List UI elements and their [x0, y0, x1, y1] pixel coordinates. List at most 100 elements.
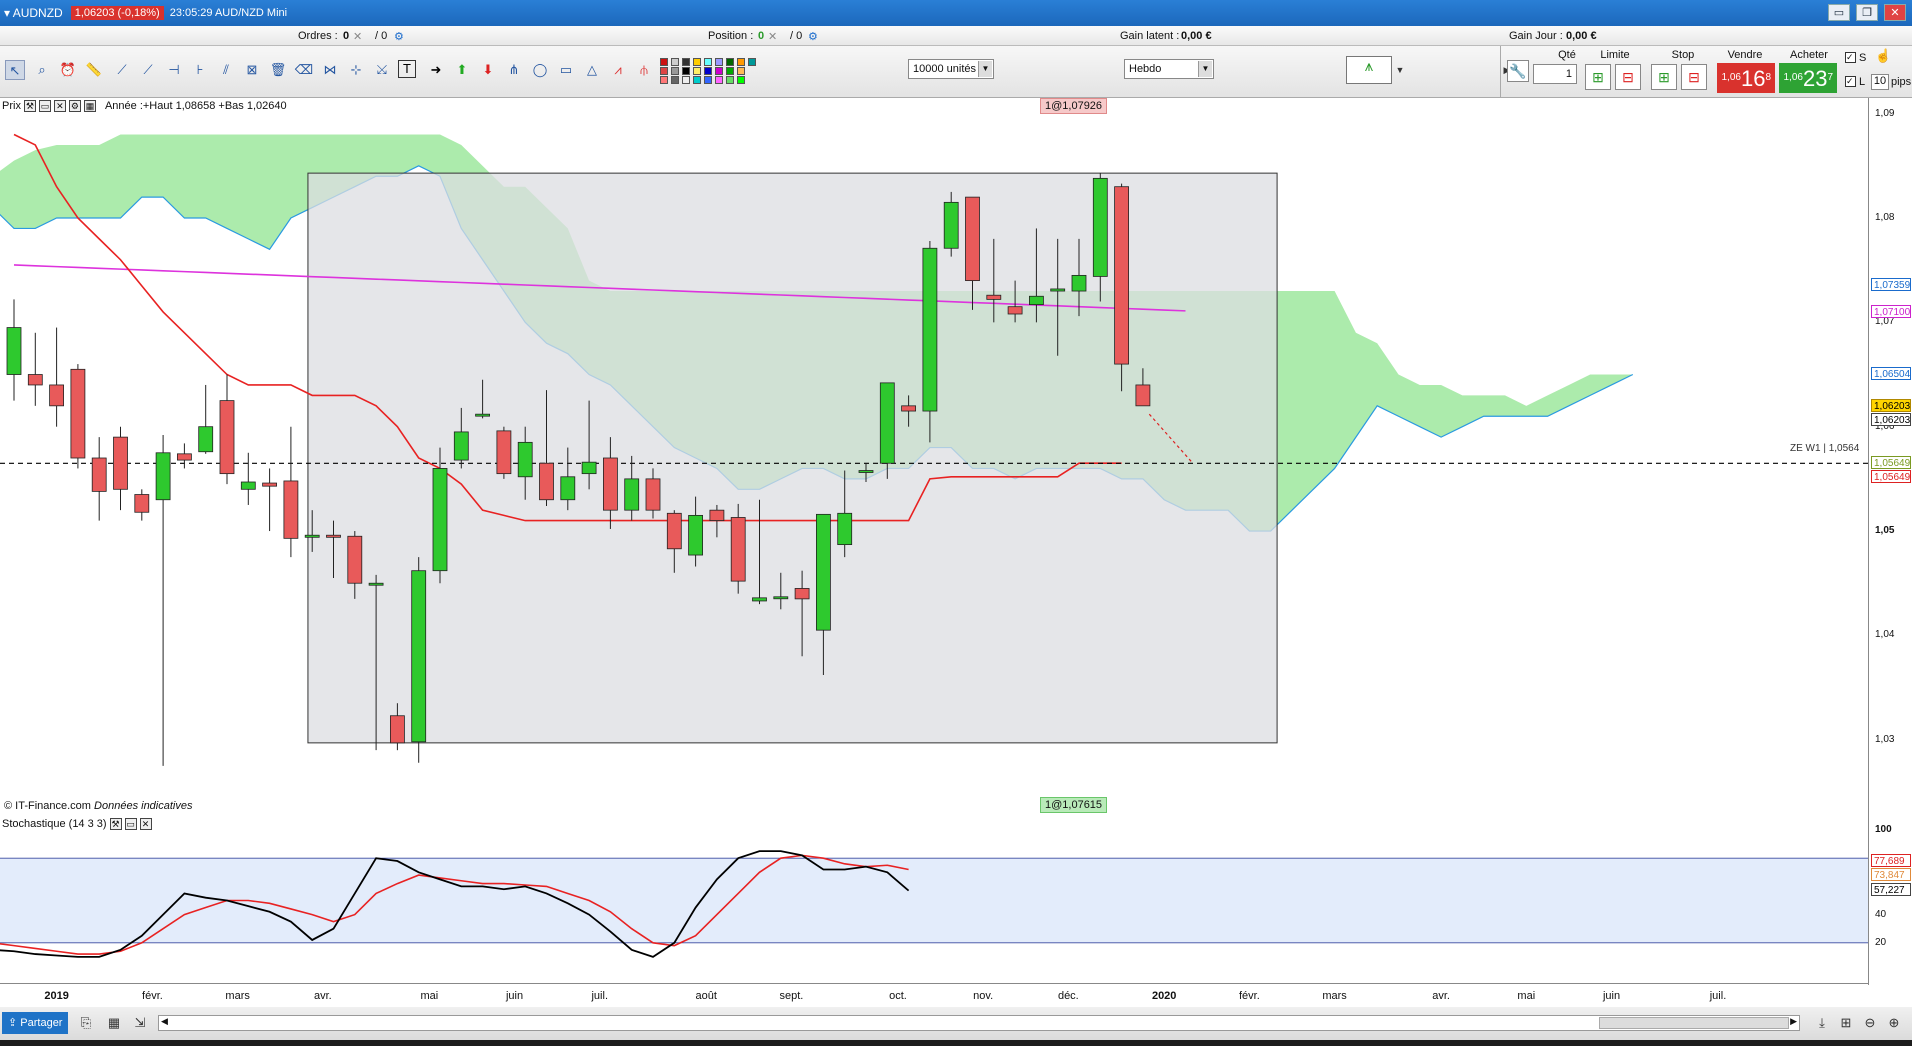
scroll-left-icon[interactable]: ◀ [161, 1016, 168, 1027]
color-swatch[interactable] [671, 67, 679, 75]
close-button[interactable]: ✕ [1884, 4, 1906, 21]
window-title: 23:05:29 AUD/NZD Mini [169, 7, 288, 19]
color-swatch[interactable] [726, 67, 734, 75]
arrow-up-icon[interactable]: ⬆ [452, 60, 472, 80]
color-swatch[interactable] [682, 58, 690, 66]
price-axis[interactable]: 1,091,081,071,061,051,041,031,073591,071… [1868, 98, 1912, 985]
color-swatch[interactable] [671, 76, 679, 84]
acheter-label: Acheter [1790, 49, 1828, 61]
color-swatch[interactable] [660, 76, 668, 84]
symbol-dropdown[interactable]: ▾ AUDNZD [4, 6, 63, 20]
pitchfork-icon[interactable]: ⋔ [504, 60, 524, 80]
buy-button[interactable]: 1,06237 [1779, 63, 1837, 93]
ray-icon[interactable]: ⟋ [138, 60, 158, 80]
close-icon[interactable]: ✕ [53, 100, 66, 112]
trendline-icon[interactable]: ⟋ [112, 60, 132, 80]
color-swatch[interactable] [693, 76, 701, 84]
cursor-icon[interactable]: ↖ [5, 60, 25, 80]
zoom-icon[interactable]: ⌕ [32, 60, 52, 80]
delete-icon[interactable]: 🗑 [268, 60, 288, 80]
stop-buy-button[interactable]: ⊞ [1651, 64, 1677, 90]
price-axis-tick: 1,04 [1875, 629, 1895, 641]
window-icon[interactable]: ▭ [124, 818, 137, 830]
zoom-box-icon[interactable]: ⊞ [1836, 1013, 1856, 1033]
share-button[interactable]: ⇪ Partager [2, 1012, 69, 1034]
color-swatch[interactable] [715, 67, 723, 75]
wrench-icon[interactable]: ⚒ [23, 100, 36, 112]
color-swatch[interactable] [682, 76, 690, 84]
rectangle-icon[interactable]: ▭ [556, 60, 576, 80]
color-swatch[interactable] [693, 58, 701, 66]
color-swatch[interactable] [671, 58, 679, 66]
fan-icon[interactable]: ⊹ [346, 60, 366, 80]
color-swatch[interactable] [660, 67, 668, 75]
qte-input[interactable]: 1 [1533, 64, 1577, 84]
color-swatch[interactable] [715, 58, 723, 66]
time-scrollbar[interactable]: ◀ ▶ [158, 1015, 1800, 1031]
calculator-icon[interactable]: ▦ [104, 1013, 124, 1033]
chart-type-button[interactable]: ⩚ [1346, 56, 1392, 84]
ruler-icon[interactable]: 📏 [84, 60, 104, 80]
wave-icon[interactable]: ⩘ [608, 60, 628, 80]
scroll-thumb[interactable] [1599, 1017, 1789, 1029]
channel-icon[interactable]: ⫽ [216, 60, 236, 80]
chart-type-chevron-icon[interactable]: ▼ [1390, 60, 1410, 80]
position-cancel-icon[interactable]: ✕ [768, 30, 777, 43]
cycle-icon[interactable]: ⫛ [634, 60, 654, 80]
gann-icon[interactable]: ⤩ [372, 60, 392, 80]
time-axis[interactable]: déc. 2019 févr. mars avr. mai juin juil. août sep… [0, 983, 1868, 1007]
ordres-settings-icon[interactable]: ⚙ [394, 30, 404, 43]
zoom-in-icon[interactable]: ⊕ [1884, 1013, 1904, 1033]
alert-icon[interactable]: ⏰ [58, 60, 78, 80]
color-swatch[interactable] [748, 58, 756, 66]
color-swatch[interactable] [704, 58, 712, 66]
regression-icon[interactable]: ⊠ [242, 60, 262, 80]
wrench-icon[interactable]: ⚒ [109, 818, 122, 830]
export-icon[interactable]: ⇲ [130, 1013, 150, 1033]
ordres-cancel-icon[interactable]: ✕ [353, 30, 362, 43]
color-swatch[interactable] [726, 58, 734, 66]
units-select[interactable]: 10000 unités ▼ [908, 59, 994, 79]
arrow-right-icon[interactable]: ➜ [426, 60, 446, 80]
scroll-right-icon[interactable]: ▶ [1790, 1016, 1797, 1027]
close-icon[interactable]: ✕ [139, 818, 152, 830]
pips-input[interactable]: 10 [1871, 74, 1889, 90]
fibonacci-icon[interactable]: ⋈ [320, 60, 340, 80]
text-icon[interactable]: T [398, 60, 416, 78]
minimize-button[interactable]: ▭ [1828, 4, 1850, 21]
s-checkbox[interactable]: ✓ [1845, 52, 1856, 63]
color-swatch[interactable] [726, 76, 734, 84]
color-swatch[interactable] [682, 67, 690, 75]
price-chart[interactable]: Prix ⚒ ▭ ✕ ⚙ ▦ Année :+Haut 1,08658 +Bas… [0, 98, 1868, 818]
fit-icon[interactable]: ⤓ [1812, 1013, 1832, 1033]
color-swatch[interactable] [660, 58, 668, 66]
wrench-icon[interactable]: 🔧 [1507, 60, 1529, 82]
hline-icon[interactable]: ⊣ [164, 60, 184, 80]
ellipse-icon[interactable]: ◯ [530, 60, 550, 80]
settings-icon[interactable]: ⚙ [68, 100, 81, 112]
vline-icon[interactable]: ⊦ [190, 60, 210, 80]
window-icon[interactable]: ▭ [38, 100, 51, 112]
position-settings-icon[interactable]: ⚙ [808, 30, 818, 43]
color-swatch[interactable] [704, 76, 712, 84]
color-swatch[interactable] [737, 76, 745, 84]
triangle-icon[interactable]: △ [582, 60, 602, 80]
layout-icon[interactable]: ⎘ [76, 1013, 96, 1033]
l-checkbox[interactable]: ✓ [1845, 76, 1856, 87]
period-select[interactable]: Hebdo ▼ [1124, 59, 1214, 79]
arrow-down-icon[interactable]: ⬇ [478, 60, 498, 80]
color-swatch[interactable] [704, 67, 712, 75]
stop-sell-button[interactable]: ⊟ [1681, 64, 1707, 90]
color-swatch[interactable] [715, 76, 723, 84]
limit-buy-button[interactable]: ⊞ [1585, 64, 1611, 90]
eraser-icon[interactable]: ⌫ [294, 60, 314, 80]
stochastic-chart[interactable]: Stochastique (14 3 3) ⚒ ▭ ✕ [0, 818, 1868, 983]
restore-button[interactable]: ❐ [1856, 4, 1878, 21]
color-swatch[interactable] [693, 67, 701, 75]
limit-sell-button[interactable]: ⊟ [1615, 64, 1641, 90]
zoom-out-icon[interactable]: ⊖ [1860, 1013, 1880, 1033]
color-swatch[interactable] [737, 67, 745, 75]
color-swatch[interactable] [737, 58, 745, 66]
sell-button[interactable]: 1,06168 [1717, 63, 1775, 93]
table-icon[interactable]: ▦ [83, 100, 96, 112]
